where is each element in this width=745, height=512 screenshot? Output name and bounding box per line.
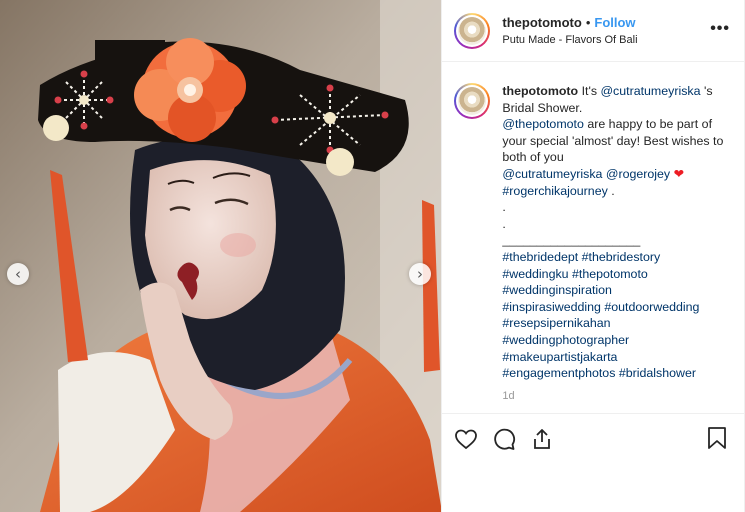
portrait-illustration (0, 0, 442, 512)
mention-link[interactable]: @rogerojey (606, 167, 670, 181)
username-link[interactable]: thepotomoto (502, 15, 581, 30)
mention-link[interactable]: @cutratumeyriska (502, 167, 602, 181)
post-header: thepotomoto • Follow Putu Made - Flavors O… (442, 0, 744, 62)
hashtag-link[interactable]: #weddingku (502, 267, 568, 281)
location-link[interactable]: Putu Made - Flavors Of Bali (502, 33, 637, 48)
like-button[interactable] (454, 427, 478, 451)
carousel-prev-button[interactable]: ‹ (7, 263, 29, 285)
hashtag-link[interactable]: #thebridedept (502, 250, 578, 264)
profile-picture (458, 16, 487, 45)
post-photo[interactable]: ‹ › (0, 0, 442, 512)
carousel-next-button[interactable]: › (409, 263, 431, 285)
hashtag-link[interactable]: #weddingphotographer (502, 333, 629, 347)
hashtag-link[interactable]: #weddinginspiration (502, 283, 612, 297)
caption-text-part: . (611, 183, 615, 198)
bookmark-icon (708, 427, 726, 449)
mention-link[interactable]: @cutratumeyriska (600, 84, 700, 98)
heart-icon (455, 429, 478, 449)
post-side-panel: thepotomoto • Follow Putu Made - Flavors O… (441, 0, 744, 512)
chevron-right-icon: › (417, 264, 423, 283)
instagram-post: ‹ › thepotomoto • Follow Putu Made - Flavo… (0, 0, 745, 512)
hashtag-link[interactable]: #thebridestory (582, 250, 661, 264)
separator-dot: • (585, 14, 591, 30)
post-timestamp[interactable]: 1d (502, 388, 728, 405)
caption-text: thepotomoto It's @cutratumeyriska 's Bri… (502, 83, 728, 413)
header-text: thepotomoto • Follow Putu Made - Flavors O… (502, 14, 637, 48)
profile-picture (458, 87, 487, 115)
avatar[interactable] (454, 12, 491, 49)
hashtag-link[interactable]: #inspirasiwedding (502, 300, 601, 314)
hashtag-link[interactable]: #outdoorwedding (604, 300, 699, 314)
comment-icon (494, 428, 516, 450)
follow-button[interactable]: Follow (594, 15, 635, 30)
chevron-left-icon: ‹ (15, 264, 21, 283)
hashtag-link[interactable]: #makeupartistjakarta (502, 350, 617, 364)
comment-button[interactable] (492, 427, 516, 451)
more-options-icon[interactable]: ••• (710, 21, 730, 37)
caption-username[interactable]: thepotomoto (502, 84, 578, 98)
caption-divider: ____________________ (502, 233, 641, 248)
share-button[interactable] (530, 427, 554, 451)
hashtag-link[interactable]: #bridalshower (619, 366, 696, 380)
caption-avatar[interactable] (454, 83, 491, 119)
caption-text-part: It's (581, 84, 598, 98)
hashtag-link[interactable]: #resepsipernikahan (502, 316, 610, 330)
caption-area: thepotomoto It's @cutratumeyriska 's Bri… (442, 63, 744, 413)
caption-dot: . (502, 216, 506, 231)
caption-dot: . (502, 200, 506, 215)
share-icon (534, 428, 551, 449)
heart-emoji: ❤ (673, 166, 684, 181)
mention-link[interactable]: @thepotomoto (502, 117, 583, 131)
hashtag-link[interactable]: #engagementphotos (502, 366, 615, 380)
save-button[interactable] (706, 426, 728, 450)
action-bar (442, 413, 744, 463)
hashtag-link[interactable]: #thepotomoto (572, 267, 648, 281)
hashtag-link[interactable]: #rogerchikajourney (502, 184, 607, 198)
